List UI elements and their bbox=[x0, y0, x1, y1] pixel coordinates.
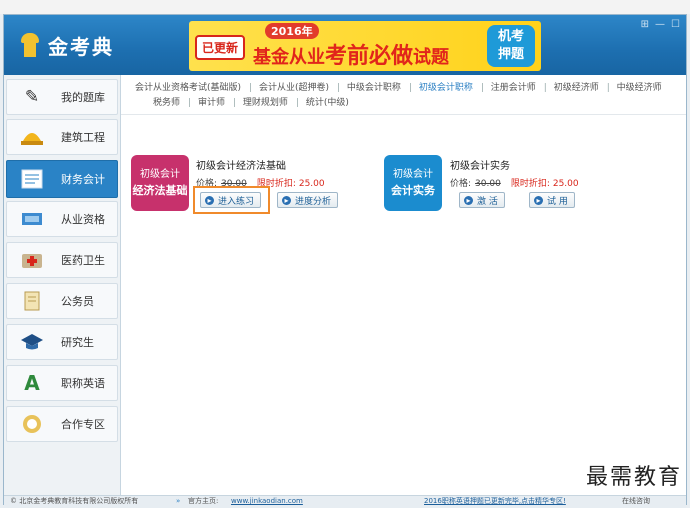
product-thumbnail[interactable]: 初级会计 经济法基础 bbox=[131, 155, 189, 211]
category-link[interactable]: 注册会计师 bbox=[491, 83, 536, 93]
category-link[interactable]: 统计(中级) bbox=[306, 98, 349, 108]
product-price: 价格: 30.00 限时折扣: 25.00 bbox=[450, 176, 579, 189]
button-label: 进度分析 bbox=[295, 196, 332, 207]
home-url-link[interactable]: www.jinkaodian.com bbox=[231, 496, 303, 507]
sidebar-item-label: 公务员 bbox=[61, 295, 94, 308]
category-link-active[interactable]: 初级会计职称 bbox=[419, 83, 473, 93]
banner-year: 2016年 bbox=[265, 23, 319, 39]
banner-headline-b: 考前必做 bbox=[325, 44, 414, 69]
sidebar-item-cooperation[interactable]: 合作专区 bbox=[6, 406, 118, 442]
highlight-box bbox=[193, 186, 270, 214]
sidebar-item-civil-servant[interactable]: 公务员 bbox=[6, 283, 118, 319]
watermark-text: 最需教育 bbox=[585, 465, 682, 490]
ledger-icon bbox=[19, 166, 45, 192]
price-old: 30.00 bbox=[475, 179, 501, 189]
minimize-icon[interactable]: — bbox=[655, 19, 665, 30]
hardhat-icon bbox=[19, 124, 45, 150]
logo-text: 金考典 bbox=[48, 35, 114, 59]
home-label: 官方主页: bbox=[188, 497, 219, 505]
sidebar-item-medical[interactable]: 医药卫生 bbox=[6, 242, 118, 278]
category-link[interactable]: 会计从业(超押卷) bbox=[259, 83, 329, 93]
button-label: 激 活 bbox=[477, 196, 498, 207]
category-row-1: 会计从业资格考试(基础版) | 会计从业(超押卷) | 中级会计职称 | 初级会计职称… bbox=[135, 83, 662, 93]
status-bar: © 北京金考典教育科技有限公司版权所有 » 官方主页: www.jinkaodi… bbox=[4, 495, 686, 508]
letter-a-icon: A bbox=[24, 371, 40, 395]
medical-icon bbox=[19, 247, 45, 273]
pen-icon: ✎ bbox=[24, 87, 40, 107]
logo-emblem-icon bbox=[18, 32, 42, 59]
sidebar-item-label: 我的题库 bbox=[61, 91, 105, 104]
progress-analysis-button[interactable]: ▸ 进度分析 bbox=[277, 192, 339, 208]
product-thumbnail[interactable]: 初级会计 会计实务 bbox=[384, 155, 442, 211]
play-icon: ▸ bbox=[282, 195, 291, 205]
copyright-text: © 北京金考典教育科技有限公司版权所有 bbox=[10, 497, 139, 505]
app-logo: 金考典 bbox=[18, 31, 114, 60]
thumb-line1: 初级会计 bbox=[393, 169, 433, 180]
product-title: 初级会计经济法基础 bbox=[196, 161, 286, 172]
sidebar-item-label: 职称英语 bbox=[61, 377, 105, 390]
sidebar-item-label: 从业资格 bbox=[61, 213, 105, 226]
sidebar-item-construction[interactable]: 建筑工程 bbox=[6, 119, 118, 155]
online-consult[interactable]: 在线咨询 bbox=[622, 496, 650, 507]
category-row-2: 税务师 | 审计师 | 理财规划师 | 统计(中级) bbox=[153, 98, 349, 108]
category-link[interactable]: 初级经济师 bbox=[554, 83, 599, 93]
discount-price: 25.00 bbox=[552, 179, 579, 189]
discount-label: 限时折扣: bbox=[510, 179, 550, 189]
sidebar-item-label: 建筑工程 bbox=[61, 131, 105, 144]
trial-button[interactable]: ▸ 试 用 bbox=[529, 192, 575, 208]
banner-tag-line2: 押题 bbox=[497, 47, 524, 62]
sidebar-item-graduate[interactable]: 研究生 bbox=[6, 324, 118, 360]
main-content: 会计从业资格考试(基础版) | 会计从业(超押卷) | 中级会计职称 | 初级会计职称… bbox=[121, 75, 686, 495]
button-label: 试 用 bbox=[547, 196, 568, 207]
sidebar-item-english[interactable]: A 职称英语 bbox=[6, 365, 118, 401]
sidebar-item-label: 财务会计 bbox=[61, 173, 105, 186]
category-nav: 会计从业资格考试(基础版) | 会计从业(超押卷) | 中级会计职称 | 初级会计职称… bbox=[121, 75, 686, 115]
banner-updated-badge: 已更新 bbox=[195, 35, 246, 60]
handshake-icon bbox=[19, 411, 45, 437]
banner-headline-c: 试题 bbox=[413, 47, 450, 68]
sidebar-item-label: 合作专区 bbox=[61, 418, 105, 431]
promo-banner[interactable]: 已更新 2016年 基金从业考前必做试题 机考 押题 bbox=[189, 21, 541, 71]
activate-button[interactable]: ▸ 激 活 bbox=[459, 192, 505, 208]
top-strip bbox=[0, 0, 690, 14]
graduation-cap-icon bbox=[19, 329, 45, 355]
banner-headline-a: 基金从业 bbox=[253, 47, 325, 68]
category-link[interactable]: 中级会计职称 bbox=[347, 83, 401, 93]
sidebar: ✎ 我的题库 建筑工程 财务会计 从业资格 医药卫生 公务员 研究生 A 职称英… bbox=[4, 75, 121, 495]
promo-link[interactable]: 2016职称英语押题已更新完毕,点击精华专区! bbox=[424, 496, 566, 507]
thumb-line2: 经济法基础 bbox=[132, 184, 188, 197]
category-link[interactable]: 会计从业资格考试(基础版) bbox=[135, 83, 241, 93]
skin-icon[interactable]: ⊞ bbox=[641, 19, 649, 30]
banner-tag-line1: 机考 bbox=[497, 29, 524, 44]
sidebar-item-label: 医药卫生 bbox=[61, 254, 105, 267]
banner-headline: 基金从业考前必做试题 bbox=[253, 38, 449, 70]
app-window: 金考典 已更新 2016年 基金从业考前必做试题 机考 押题 ⊞ — ☐ ✎ 我… bbox=[3, 14, 687, 508]
play-icon: ▸ bbox=[534, 195, 543, 205]
sidebar-item-label: 研究生 bbox=[61, 336, 94, 349]
discount-price: 25.00 bbox=[298, 179, 325, 189]
thumb-line2: 会计实务 bbox=[391, 184, 435, 197]
category-link[interactable]: 税务师 bbox=[153, 98, 180, 108]
category-link[interactable]: 理财规划师 bbox=[243, 98, 288, 108]
product-title: 初级会计实务 bbox=[450, 161, 510, 172]
window-controls: ⊞ — ☐ bbox=[641, 19, 680, 30]
thumb-line1: 初级会计 bbox=[140, 169, 180, 180]
category-link[interactable]: 中级经济师 bbox=[617, 83, 662, 93]
category-link[interactable]: 审计师 bbox=[198, 98, 225, 108]
certificate-icon bbox=[19, 206, 45, 232]
app-header: 金考典 已更新 2016年 基金从业考前必做试题 机考 押题 ⊞ — ☐ bbox=[4, 15, 686, 75]
maximize-icon[interactable]: ☐ bbox=[671, 19, 680, 30]
sidebar-item-qualification[interactable]: 从业资格 bbox=[6, 201, 118, 237]
sidebar-item-my-bank[interactable]: ✎ 我的题库 bbox=[6, 79, 118, 115]
document-icon bbox=[19, 288, 45, 314]
sidebar-item-finance[interactable]: 财务会计 bbox=[6, 160, 118, 198]
price-label: 价格: bbox=[450, 179, 472, 189]
banner-tag: 机考 押题 bbox=[487, 25, 535, 67]
double-chevron-icon: » bbox=[176, 497, 181, 505]
play-icon: ▸ bbox=[464, 195, 473, 205]
